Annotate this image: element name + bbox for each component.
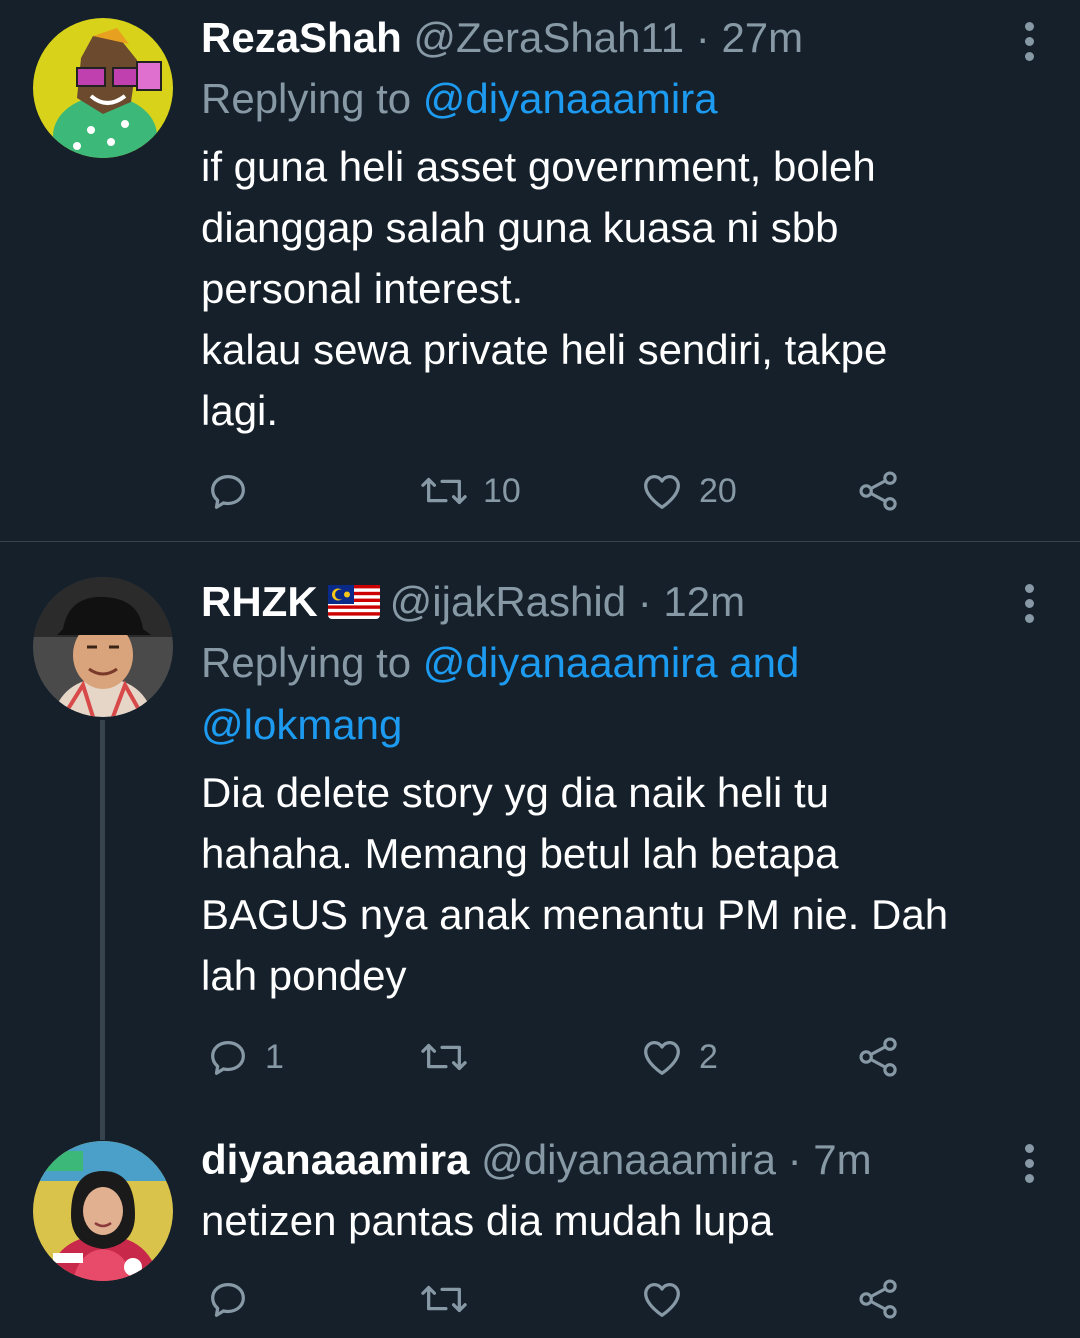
malaysia-flag-icon [327, 584, 380, 619]
replying-prefix: Replying to [201, 75, 423, 122]
tweet-text: if guna heli asset government, boleh dia… [201, 143, 888, 434]
share-button[interactable] [857, 1274, 901, 1324]
mention-link[interactable]: @diyanaaamira [423, 75, 718, 122]
handle[interactable]: @ZeraShah11 [413, 14, 684, 61]
timestamp[interactable]: 12m [663, 578, 745, 625]
tweet-actions [201, 1274, 921, 1324]
handle[interactable]: @ijakRashid [390, 578, 626, 625]
like-count: 20 [699, 471, 737, 510]
tweet-actions: 10 20 [201, 466, 921, 516]
reply-button[interactable] [205, 466, 265, 516]
display-name[interactable]: RezaShah [201, 14, 402, 61]
speech-bubble-icon [211, 1040, 245, 1075]
display-name[interactable]: diyanaaamira [201, 1136, 470, 1183]
avatar-diyanaaamira[interactable] [33, 1141, 173, 1281]
reply-count: 1 [265, 1037, 284, 1076]
speech-bubble-icon [211, 474, 245, 509]
reply-button[interactable]: 1 [205, 1032, 284, 1082]
tweet-text: Dia delete story yg dia naik heli tu hah… [201, 769, 949, 999]
tweet-divider [0, 541, 1080, 542]
reply-button[interactable] [205, 1274, 265, 1324]
thread-connector [100, 720, 105, 1140]
handle[interactable]: @diyanaaamira [481, 1136, 776, 1183]
replying-to: Replying to @diyanaaamira [201, 68, 1040, 130]
share-nodes-icon [859, 1279, 897, 1319]
tweet-text: netizen pantas dia mudah lupa [201, 1197, 774, 1244]
speech-bubble-icon [211, 1282, 245, 1317]
tweet-header: RezaShah @ZeraShah11 · 27m [201, 8, 1040, 68]
share-button[interactable] [857, 466, 901, 516]
avatar-rezashah[interactable] [33, 18, 173, 158]
retweet-arrows-icon [421, 1285, 467, 1313]
retweet-button[interactable] [419, 1274, 483, 1324]
share-nodes-icon [859, 471, 897, 511]
avatar-rhzk[interactable] [33, 577, 173, 717]
retweet-button[interactable] [419, 1032, 483, 1082]
share-button[interactable] [857, 1032, 901, 1082]
retweet-arrows-icon [421, 1043, 467, 1071]
timestamp[interactable]: 27m [721, 14, 803, 61]
display-name[interactable]: RHZK [201, 578, 318, 625]
replying-to: Replying to @diyanaaamira and @lokmang [201, 632, 1040, 756]
replying-prefix: Replying to [201, 639, 423, 686]
retweet-count: 10 [483, 471, 521, 510]
separator: · [637, 578, 652, 625]
separator: · [787, 1136, 802, 1183]
tweet-header: RHZK @ijakRashid · 12m [201, 572, 1040, 632]
retweet-arrows-icon [421, 477, 467, 505]
like-button[interactable] [639, 1274, 699, 1324]
heart-icon [644, 474, 680, 509]
heart-icon [644, 1040, 680, 1075]
tweet-actions: 1 2 [201, 1032, 921, 1082]
separator: · [695, 14, 710, 61]
share-nodes-icon [859, 1037, 897, 1077]
timestamp[interactable]: 7m [813, 1136, 871, 1183]
mention-link[interactable]: @lokmang [201, 701, 402, 748]
mention-link[interactable]: @diyanaaamira and [423, 639, 800, 686]
retweet-button[interactable]: 10 [419, 466, 521, 516]
like-button[interactable]: 20 [639, 466, 737, 516]
tweet-header: diyanaaamira @diyanaaamira · 7m [201, 1130, 1040, 1190]
like-count: 2 [699, 1037, 718, 1076]
like-button[interactable]: 2 [639, 1032, 718, 1082]
heart-icon [644, 1282, 680, 1317]
